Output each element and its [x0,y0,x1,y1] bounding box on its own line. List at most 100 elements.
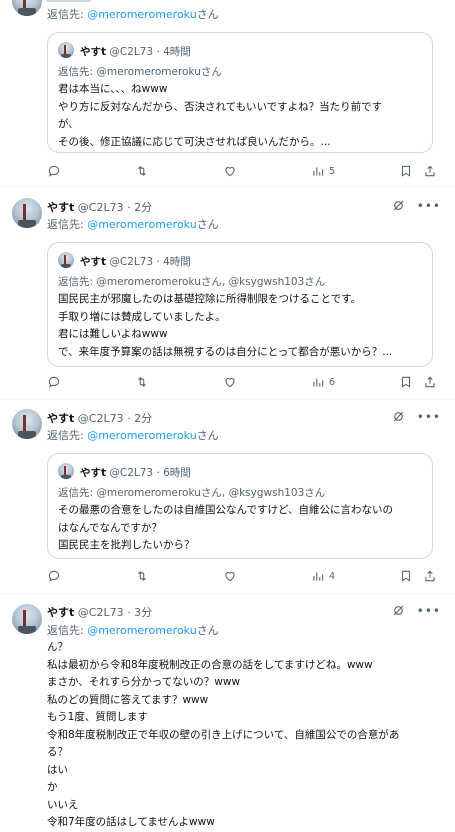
avatar[interactable] [12,198,42,228]
quote-line: その最悪の合意をしたのは自維国公なんですけど、自維公に言わないの [58,504,393,516]
post-line: いいえ [47,798,79,811]
action-bar: 6 [47,375,441,389]
author-handle[interactable]: @C2L73 [78,412,124,425]
quote-avatar [58,252,74,268]
quote-text: 君は本当に、、、ねwww やり方に反対なんだから、否決されてもいいですよね？当た… [58,81,428,151]
quote-reply-prefix: 返信先: [58,276,97,288]
avatar[interactable] [12,604,42,634]
more-options-icon[interactable]: ••• [417,605,441,617]
quote-reply-line: 返信先: @meromeromerokuさん [58,64,222,79]
repost-button[interactable] [135,569,149,583]
more-options-icon[interactable]: ••• [417,411,441,423]
quoted-post[interactable]: やすt @C2L73 · 6時間 返信先: @meromeromerokuさん,… [47,453,433,559]
post-1[interactable]: 返信先: @meromeromerokuさん やすt @C2L73 · 4時間 … [0,0,455,186]
post-line: る？ [47,746,68,758]
quote-author-name: やすt [80,256,107,268]
views-button[interactable]: 6 [311,375,335,389]
grok-icon[interactable] [392,604,405,617]
bookmark-icon [401,376,411,388]
post-4[interactable]: やすt @C2L73 · 3分 ••• 返信先: @meromeromeroku… [0,594,455,828]
reply-suffix: さん [196,429,219,442]
quote-text: その最悪の合意をしたのは自維国公なんですけど、自維公に言わないの はなんでなんで… [58,502,428,555]
grok-icon[interactable] [392,199,405,212]
mention-link[interactable]: @meromeromeroku [87,218,196,231]
reply-prefix: 返信先: [47,218,88,231]
like-button[interactable] [223,569,237,583]
timestamp[interactable]: 2分 [134,201,152,214]
action-bar: 4 [47,569,441,583]
reply-suffix: さん [196,218,219,231]
quote-avatar [58,42,74,58]
grok-icon[interactable] [392,410,405,423]
author-name[interactable]: やすt [47,606,74,619]
author-handle[interactable]: @C2L73 [78,201,124,214]
views-button[interactable]: 4 [311,569,335,583]
share-button[interactable] [423,569,437,583]
chart-icon [313,572,324,581]
mention-link[interactable]: @meromeromeroku [87,8,196,21]
reply-icon [48,165,60,177]
repost-icon [138,166,146,176]
views-button[interactable]: 5 [311,164,335,178]
reply-suffix: さん [196,624,219,637]
author-name[interactable]: やすt [47,201,74,214]
quote-timestamp: 4時間 [163,46,191,58]
author-handle[interactable]: @C2L73 [78,606,124,619]
repost-icon [138,377,146,387]
bookmark-button[interactable] [399,164,413,178]
reply-icon [48,570,60,582]
reply-button[interactable] [47,164,61,178]
mention-link[interactable]: @meromeromeroku [87,624,196,637]
chart-icon [313,378,324,387]
quote-timestamp: 4時間 [163,256,191,268]
reply-to-line: 返信先: @meromeromerokuさん [47,6,219,22]
reply-suffix: さん [196,8,219,21]
post-header: やすt @C2L73 · 2分 [47,201,153,214]
post-2[interactable]: やすt @C2L73 · 2分 ••• 返信先: @meromeromeroku… [0,187,455,399]
quote-line: が、 [58,118,79,130]
share-button[interactable] [423,164,437,178]
more-options-icon[interactable]: ••• [417,200,441,212]
repost-button[interactable] [135,375,149,389]
quote-line: やり方に反対なんだから、否決されてもいいですよね？当たり前です [58,100,383,113]
views-count: 4 [329,570,336,582]
post-3[interactable]: やすt @C2L73 · 2分 ••• 返信先: @meromeromeroku… [0,400,455,593]
scroll-indicator [47,0,91,2]
author-name[interactable]: やすt [47,412,74,425]
avatar[interactable] [12,409,42,439]
reply-button[interactable] [47,569,61,583]
bookmark-button[interactable] [399,569,413,583]
heart-icon [225,572,235,582]
quote-author-name: やすt [80,467,107,479]
quote-author-name: やすt [80,46,107,58]
quoted-post[interactable]: やすt @C2L73 · 4時間 返信先: @meromeromerokuさん,… [47,242,433,367]
share-icon [425,376,435,388]
timestamp[interactable]: 3分 [134,606,152,619]
quote-line: 国民民主を批判したいから？ [58,539,195,551]
quote-author-handle: @C2L73 [109,467,154,479]
bookmark-button[interactable] [399,375,413,389]
repost-button[interactable] [135,164,149,178]
avatar[interactable] [12,0,42,16]
quote-text: 国民民主が邪魔したのは基礎控除に所得制限をつけることです。 手取り増には賛成して… [58,291,428,361]
post-header-icons: ••• [392,410,441,423]
like-button[interactable] [223,164,237,178]
quote-line: はなんでなんですか？ [58,521,162,534]
quote-line: その後、修正協議に応じて可決させれば良いんだから。... [58,135,331,148]
post-header-icons: ••• [392,199,441,212]
quote-reply-mention: @meromeromeroku [96,487,201,499]
reply-prefix: 返信先: [47,8,88,21]
share-button[interactable] [423,375,437,389]
reply-to-line: 返信先: @meromeromerokuさん [47,216,219,232]
quote-line: 君は本当に、、、ねwww [58,83,168,95]
post-line: 私のどの質問に答えてます？www [47,693,209,706]
mention-link[interactable]: @meromeromeroku [87,429,196,442]
post-header-icons: ••• [392,604,441,617]
reply-prefix: 返信先: [47,624,88,637]
timestamp[interactable]: 2分 [134,412,152,425]
action-bar: 5 [47,164,441,178]
reply-button[interactable] [47,375,61,389]
quoted-post[interactable]: やすt @C2L73 · 4時間 返信先: @meromeromerokuさん … [47,32,433,153]
post-text: ん？ 私は最初から令和8年度税制改正の合意の話をしてますけどね。www まさか、… [47,639,447,832]
like-button[interactable] [223,375,237,389]
